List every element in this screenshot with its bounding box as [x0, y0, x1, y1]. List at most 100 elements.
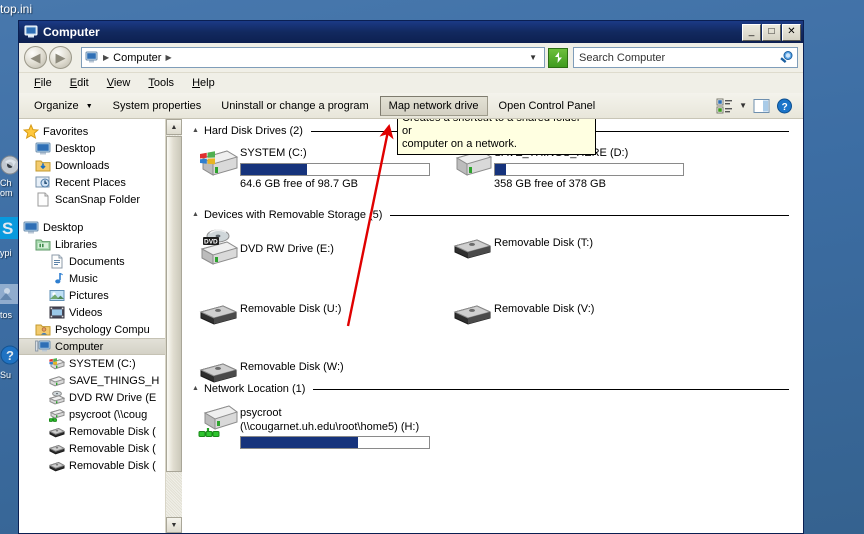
removable-disk-icon: [196, 351, 240, 391]
search-icon[interactable]: [778, 49, 795, 66]
sidebar-item-psychology-compu[interactable]: Psychology Compu: [19, 321, 165, 338]
system-properties-button[interactable]: System properties: [104, 96, 211, 116]
menu-view-rest: iew: [114, 77, 131, 89]
user-folder-icon: [35, 322, 51, 337]
navigation-pane: FavoritesDesktopDownloadsRecent PlacesSc…: [19, 119, 165, 533]
sidebar-item-removable-disk[interactable]: Removable Disk (: [19, 423, 165, 440]
menu-tools[interactable]: Tools: [139, 76, 183, 90]
preview-pane-button[interactable]: [753, 98, 770, 114]
desktop-icon-media-label: Ch: [0, 178, 12, 188]
view-dropdown-icon[interactable]: ▼: [739, 101, 747, 110]
sidebar-item-save-things-h[interactable]: SAVE_THINGS_H: [19, 372, 165, 389]
sidebar-item-videos[interactable]: Videos: [19, 304, 165, 321]
computer-icon: [35, 339, 51, 354]
sidebar-item-label: Recent Places: [55, 177, 126, 189]
menu-help[interactable]: Help: [183, 76, 224, 90]
desktop-icon-media[interactable]: [0, 155, 20, 175]
scroll-down-button[interactable]: ▼: [166, 517, 182, 533]
menu-file-rest: ile: [41, 77, 52, 89]
sidebar-item-libraries[interactable]: Libraries: [19, 236, 165, 253]
organize-button[interactable]: Organize ▼: [25, 96, 102, 116]
collapse-triangle-icon[interactable]: ▲: [192, 385, 199, 392]
menu-edit[interactable]: Edit: [61, 76, 98, 90]
menu-file[interactable]: File: [25, 76, 61, 90]
sidebar-item-label: Favorites: [43, 126, 88, 138]
search-input[interactable]: Search Computer: [573, 47, 798, 68]
minimize-button[interactable]: _: [742, 24, 761, 41]
drive-tile-system-c[interactable]: SYSTEM (C:) 64.6 GB free of 98.7 GB: [196, 141, 430, 190]
sidebar-item-computer[interactable]: Computer: [19, 338, 165, 355]
sidebar-item-favorites[interactable]: Favorites: [19, 123, 165, 140]
sidebar-item-label: psycroot (\\coug: [69, 409, 147, 421]
breadcrumb-separator-2-icon[interactable]: ▶: [165, 53, 171, 62]
change-view-button[interactable]: [716, 98, 733, 114]
tooltip-line-1: Creates a shortcut to a shared folder or: [402, 119, 591, 138]
forward-button[interactable]: ▶: [49, 46, 72, 69]
breadcrumb-computer[interactable]: Computer: [113, 52, 161, 64]
desktop-icon-skype[interactable]: S: [0, 215, 20, 241]
sidebar-item-removable-disk[interactable]: Removable Disk (: [19, 457, 165, 474]
desktop-icon-help[interactable]: ?: [0, 345, 20, 365]
removable-disk-icon: [49, 424, 65, 439]
drive-tile-removable-t[interactable]: Removable Disk (T:): [450, 227, 593, 267]
drive-tile-psycroot-h[interactable]: psycroot (\\cougarnet.uh.edu\root\home5)…: [196, 401, 430, 449]
preview-pane-icon: [753, 98, 770, 114]
group-header-removable[interactable]: ▲ Devices with Removable Storage (5): [182, 209, 803, 221]
uninstall-program-button[interactable]: Uninstall or change a program: [212, 96, 377, 116]
scrollbar-thumb[interactable]: [166, 136, 182, 472]
maximize-button[interactable]: □: [762, 24, 781, 41]
network-drive-icon: [49, 407, 65, 422]
drive-info-dvd-e: DVD RW Drive (E:): [240, 227, 334, 257]
svg-text:DVD: DVD: [204, 239, 218, 246]
sidebar-item-label: SAVE_THINGS_H: [69, 375, 159, 387]
drive-tile-removable-v[interactable]: Removable Disk (V:): [450, 293, 594, 333]
sidebar-item-pictures[interactable]: Pictures: [19, 287, 165, 304]
window-titlebar[interactable]: Computer _ □ ✕: [19, 21, 803, 43]
menu-file-accel: F: [34, 77, 41, 89]
sidebar-item-removable-disk[interactable]: Removable Disk (: [19, 440, 165, 457]
sidebar-item-system-c[interactable]: SYSTEM (C:): [19, 355, 165, 372]
chevron-down-icon: ▼: [86, 103, 93, 110]
navigation-scrollbar[interactable]: ▲ ▼: [165, 119, 182, 533]
sidebar-item-documents[interactable]: Documents: [19, 253, 165, 270]
sidebar-item-label: Psychology Compu: [55, 324, 150, 336]
system-drive-icon: [196, 141, 240, 181]
svg-text:?: ?: [782, 102, 788, 113]
back-arrow-icon: ◀: [31, 51, 41, 64]
videos-icon: [49, 305, 65, 320]
capacity-bar-fill: [241, 437, 358, 448]
removable-disk-icon: [450, 293, 494, 333]
open-control-panel-button[interactable]: Open Control Panel: [490, 96, 605, 116]
drive-tile-removable-w[interactable]: Removable Disk (W:): [196, 351, 344, 391]
sidebar-item-recent-places[interactable]: Recent Places: [19, 174, 165, 191]
desktop-icon-photo[interactable]: [0, 282, 20, 306]
sidebar-item-music[interactable]: Music: [19, 270, 165, 287]
network-tiles: psycroot (\\cougarnet.uh.edu\root\home5)…: [182, 395, 803, 455]
drive-tile-removable-u[interactable]: Removable Disk (U:): [196, 293, 341, 333]
sidebar-item-desktop[interactable]: Desktop: [19, 140, 165, 157]
content-pane: ▲ Hard Disk Drives (2): [182, 119, 803, 533]
help-button[interactable]: ?: [776, 98, 793, 114]
map-network-drive-button[interactable]: Map network drive: [380, 96, 488, 116]
address-input[interactable]: ▶ Computer ▶ ▼: [81, 47, 545, 68]
menu-view[interactable]: View: [98, 76, 140, 90]
back-button[interactable]: ◀: [24, 46, 47, 69]
dvd-drive-icon: [49, 390, 65, 405]
collapse-triangle-icon[interactable]: ▲: [192, 211, 199, 218]
forward-arrow-icon: ▶: [56, 51, 66, 64]
address-dropdown-icon[interactable]: ▼: [529, 53, 541, 62]
drive-name-removable-w: Removable Disk (W:): [240, 361, 344, 373]
drive-path-psycroot: (\\cougarnet.uh.edu\root\home5) (H:): [240, 421, 430, 434]
sidebar-item-desktop[interactable]: Desktop: [19, 219, 165, 236]
downloads-icon: [35, 158, 51, 173]
collapse-triangle-icon[interactable]: ▲: [192, 127, 199, 134]
sidebar-item-psycroot-coug[interactable]: psycroot (\\coug: [19, 406, 165, 423]
close-button[interactable]: ✕: [782, 24, 801, 41]
sidebar-item-downloads[interactable]: Downloads: [19, 157, 165, 174]
sidebar-item-scansnap-folder[interactable]: ScanSnap Folder: [19, 191, 165, 208]
refresh-button[interactable]: [548, 48, 568, 68]
drive-tile-dvd-e[interactable]: DVD DVD RW Drive (E:): [196, 227, 334, 267]
desktop-file-label: top.ini: [0, 2, 32, 16]
sidebar-item-dvd-rw-drive-e[interactable]: DVD RW Drive (E: [19, 389, 165, 406]
scroll-up-button[interactable]: ▲: [166, 119, 182, 135]
